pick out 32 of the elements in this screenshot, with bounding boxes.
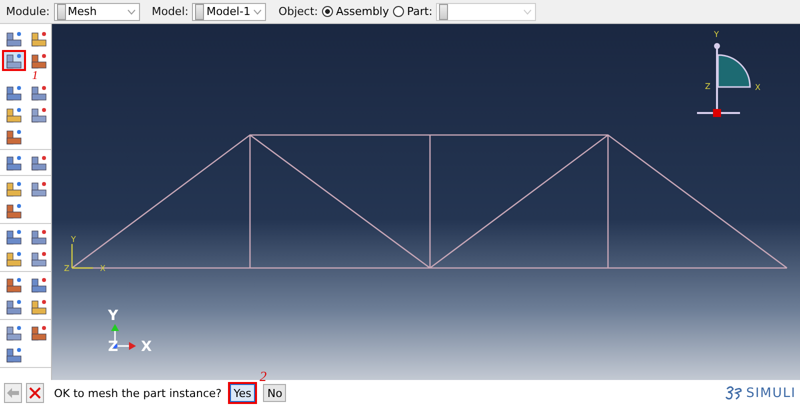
tool-button[interactable] bbox=[2, 50, 26, 71]
object-label: Object: bbox=[278, 5, 318, 18]
prompt-text: OK to mesh the part instance? bbox=[54, 386, 222, 400]
cancel-button[interactable] bbox=[26, 383, 44, 403]
axis-label: X bbox=[141, 339, 152, 355]
origin-triad-icon bbox=[71, 243, 94, 269]
brand-logo-icon bbox=[725, 385, 744, 401]
object-radio[interactable]: Assembly bbox=[322, 5, 390, 18]
chevron-down-icon bbox=[253, 8, 262, 14]
brand-name: SIMULI bbox=[746, 386, 796, 400]
axis-label: Y bbox=[714, 30, 719, 39]
module-label: Module: bbox=[6, 5, 50, 18]
view-triad-icon bbox=[696, 43, 751, 117]
object-radio[interactable]: Part: bbox=[393, 5, 432, 18]
annotation-number: 2 bbox=[260, 370, 267, 386]
back-arrow-icon bbox=[6, 387, 20, 399]
axis-label: Z bbox=[705, 82, 710, 91]
prompt-button[interactable]: No bbox=[263, 384, 286, 402]
chevron-down-icon bbox=[126, 8, 136, 14]
axis-label: Z bbox=[64, 264, 70, 273]
close-icon bbox=[29, 387, 41, 399]
annotation-number: 1 bbox=[32, 69, 38, 81]
chevron-down-icon bbox=[523, 8, 532, 14]
prompt-button[interactable]: Yes bbox=[230, 384, 256, 402]
model-dropdown[interactable]: Model-1 bbox=[192, 2, 266, 20]
axis-label: Y bbox=[108, 308, 118, 324]
part-dropdown[interactable] bbox=[436, 2, 536, 20]
axis-label: X bbox=[755, 83, 760, 92]
module-dropdown[interactable]: Mesh bbox=[54, 2, 140, 20]
axis-label: Z bbox=[108, 339, 118, 355]
model-label: Model: bbox=[152, 5, 188, 18]
axis-label: Y bbox=[71, 235, 76, 244]
